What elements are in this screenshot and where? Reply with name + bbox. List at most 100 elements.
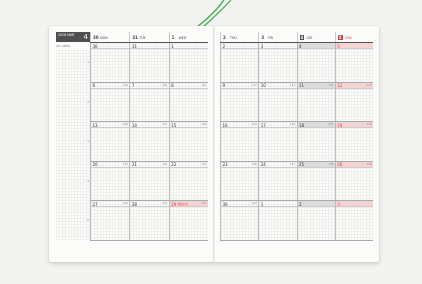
day-of-year: 140 bbox=[122, 202, 128, 206]
day-header-name: FRI bbox=[268, 35, 274, 40]
week-row: 13 126 14 127 15 128 bbox=[90, 122, 208, 162]
day-of-year: 134 bbox=[162, 162, 168, 166]
day-of-year: 130 bbox=[290, 123, 295, 127]
month-label-text: 2026 MAR bbox=[58, 33, 75, 37]
day-cell: 11 124 bbox=[296, 82, 335, 122]
right-page: 2 THU 3 FRI 4 SAT 5 SUN 2 3 4 5 9 122 10 123 11 124 12 125… bbox=[214, 26, 379, 262]
day-of-year: 124 bbox=[328, 83, 334, 87]
day-cell-band bbox=[259, 201, 297, 208]
day-of-year: 135 bbox=[201, 162, 207, 166]
day-number: 10 bbox=[260, 83, 266, 89]
day-cell: 10 123 bbox=[258, 82, 297, 122]
photo-scene: 2026 MAR 4 4/1 APRIL 12345 30 MON 31 TUE 1 WE… bbox=[0, 0, 422, 284]
day-header-tue: 31 TUE bbox=[129, 32, 168, 42]
day-cell: 27 140 bbox=[90, 201, 130, 240]
week-row: 30 31 1 bbox=[90, 43, 208, 83]
week-marker: 1 bbox=[87, 60, 89, 64]
day-number: 31 bbox=[131, 43, 137, 49]
day-of-year: 119 bbox=[122, 83, 128, 87]
day-cell: 3 bbox=[258, 43, 297, 82]
day-cell-band bbox=[169, 43, 208, 49]
day-cell: 20 133 bbox=[90, 161, 130, 201]
day-number: 7 bbox=[131, 83, 135, 89]
day-number: 6 bbox=[92, 83, 96, 89]
month-subnote: 4/1 APRIL bbox=[56, 44, 71, 48]
day-cell: 21 134 bbox=[129, 161, 169, 201]
day-number: 30 bbox=[222, 201, 228, 207]
day-header-name: THU bbox=[230, 35, 237, 40]
day-cell: 31 bbox=[129, 43, 169, 82]
day-header-name: WED bbox=[178, 35, 187, 40]
week-row: 2 3 4 5 bbox=[220, 43, 373, 83]
notes-column: 1 2 3 4 5 bbox=[56, 50, 91, 240]
day-number: 3 bbox=[337, 201, 340, 207]
day-header-name: TUE bbox=[139, 35, 146, 40]
month-label-box: 2026 MAR 4 bbox=[56, 32, 90, 42]
day-cell: 25 138 bbox=[296, 161, 335, 201]
day-of-year: 129 bbox=[251, 123, 257, 127]
day-of-year: 133 bbox=[122, 162, 128, 166]
day-of-year: 132 bbox=[366, 123, 372, 127]
month-number: 4 bbox=[83, 33, 88, 41]
left-day-header: 30 MON 31 TUE 1 WED bbox=[90, 32, 208, 43]
right-week-rows: 2 3 4 5 9 122 10 123 11 124 12 125 16 129 17 130 18 131 19… bbox=[220, 43, 373, 241]
day-number: 17 bbox=[260, 122, 266, 128]
week-marker: 5 bbox=[87, 218, 89, 223]
day-header-thu: 2 THU bbox=[220, 32, 258, 42]
day-cell: 18 131 bbox=[296, 122, 335, 161]
day-cell-band bbox=[335, 201, 373, 208]
week-row: 30 143 1 2 3 bbox=[220, 201, 373, 241]
day-cell: 17 130 bbox=[258, 122, 297, 161]
week-row: 27 140 28 141 29 昭和の日 142 bbox=[90, 201, 208, 241]
day-cell: 1 bbox=[168, 43, 208, 82]
day-header-sun: 5 SUN bbox=[334, 32, 373, 42]
day-of-year: 126 bbox=[122, 123, 128, 127]
day-header-number: 3 bbox=[261, 35, 265, 40]
day-number: 19 bbox=[337, 122, 343, 128]
day-number: 11 bbox=[299, 83, 305, 89]
day-of-year: 125 bbox=[366, 83, 372, 87]
day-number: 30 bbox=[92, 43, 98, 49]
day-cell: 19 132 bbox=[334, 122, 373, 161]
left-page: 2026 MAR 4 4/1 APRIL 12345 30 MON 31 TUE 1 WE… bbox=[49, 26, 214, 262]
day-cell-band bbox=[335, 43, 373, 49]
day-header-mon: 30 MON bbox=[90, 32, 129, 42]
day-cell-band bbox=[297, 201, 335, 208]
day-cell: 8 121 bbox=[168, 82, 208, 122]
day-of-year: 120 bbox=[162, 83, 168, 87]
day-cell: 13 126 bbox=[90, 122, 130, 161]
day-number: 4 bbox=[299, 43, 302, 49]
day-number: 12 bbox=[337, 83, 343, 89]
day-of-year: 137 bbox=[290, 162, 295, 166]
day-of-year: 138 bbox=[328, 162, 334, 166]
day-number: 26 bbox=[337, 162, 343, 168]
right-week-grid: 2 THU 3 FRI 4 SAT 5 SUN 2 3 4 5 9 122 10 123 11 124 12 125… bbox=[220, 32, 373, 241]
day-number: 14 bbox=[131, 122, 137, 128]
day-number: 2 bbox=[299, 201, 302, 207]
day-number: 9 bbox=[222, 83, 226, 89]
day-cell-band bbox=[259, 43, 297, 49]
day-number: 1 bbox=[260, 201, 264, 207]
day-cell-band bbox=[221, 43, 259, 49]
day-cell: 16 129 bbox=[220, 122, 259, 161]
day-cell: 14 127 bbox=[129, 122, 169, 161]
day-of-year: 143 bbox=[251, 202, 257, 206]
day-of-year: 127 bbox=[162, 123, 168, 127]
day-number: 1 bbox=[171, 43, 174, 49]
day-header-name: SAT bbox=[306, 35, 313, 40]
day-header-name: SUN bbox=[344, 35, 352, 40]
day-cell: 2 bbox=[296, 201, 335, 240]
day-number: 25 bbox=[299, 162, 305, 168]
day-cell: 22 135 bbox=[168, 161, 208, 201]
day-cell: 23 136 bbox=[220, 161, 259, 201]
day-header-fri: 3 FRI bbox=[258, 32, 296, 42]
day-number: 16 bbox=[222, 122, 228, 128]
day-header-wed: 1 WED bbox=[168, 32, 208, 42]
day-of-year: 128 bbox=[201, 123, 207, 127]
day-number: 13 bbox=[92, 122, 98, 128]
day-header-number: 1 bbox=[171, 35, 175, 40]
day-cell: 1 bbox=[258, 201, 297, 240]
day-number: 15 bbox=[171, 122, 177, 128]
day-number: 20 bbox=[92, 162, 98, 168]
day-number: 3 bbox=[260, 43, 264, 49]
